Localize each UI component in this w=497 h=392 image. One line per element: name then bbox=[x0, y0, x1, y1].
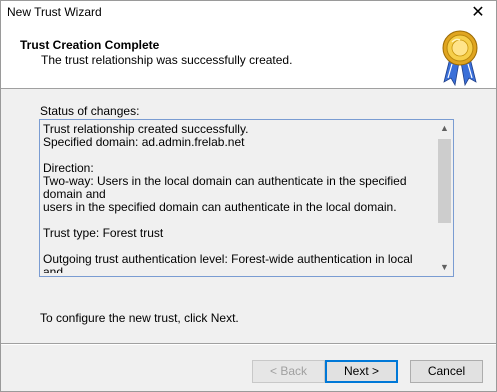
next-instruction: To configure the new trust, click Next. bbox=[40, 311, 239, 325]
wizard-header: Trust Creation Complete The trust relati… bbox=[1, 25, 496, 89]
close-icon[interactable]: ✕ bbox=[466, 2, 490, 24]
status-line bbox=[43, 149, 435, 162]
scroll-down-icon[interactable]: ▼ bbox=[436, 259, 453, 276]
vertical-scrollbar[interactable]: ▲ ▼ bbox=[436, 120, 453, 276]
status-line: Trust type: Forest trust bbox=[43, 226, 164, 240]
status-text-box[interactable]: Trust relationship created successfully.… bbox=[39, 119, 454, 277]
window-title: New Trust Wizard bbox=[7, 5, 102, 19]
scrollbar-thumb[interactable] bbox=[438, 139, 451, 223]
status-line: Specified domain: ad.admin.frelab.net bbox=[43, 135, 245, 149]
cancel-button[interactable]: Cancel bbox=[410, 360, 483, 383]
footer-divider bbox=[1, 343, 496, 345]
title-bar[interactable]: New Trust Wizard ✕ bbox=[1, 1, 496, 25]
page-subtitle: The trust relationship was successfully … bbox=[41, 53, 293, 67]
status-line: Outgoing trust authentication level: For… bbox=[43, 252, 416, 274]
status-text[interactable]: Trust relationship created successfully.… bbox=[43, 123, 435, 273]
back-button[interactable]: < Back bbox=[252, 360, 325, 383]
status-line: Two-way: Users in the local domain can a… bbox=[43, 174, 410, 201]
scroll-up-icon[interactable]: ▲ bbox=[436, 120, 453, 137]
certificate-seal-icon bbox=[442, 30, 478, 86]
status-line: users in the specified domain can authen… bbox=[43, 200, 397, 214]
status-label: Status of changes: bbox=[40, 104, 140, 118]
next-button[interactable]: Next > bbox=[325, 360, 398, 383]
wizard-window: New Trust Wizard ✕ Trust Creation Comple… bbox=[0, 0, 497, 392]
page-title: Trust Creation Complete bbox=[20, 38, 160, 52]
